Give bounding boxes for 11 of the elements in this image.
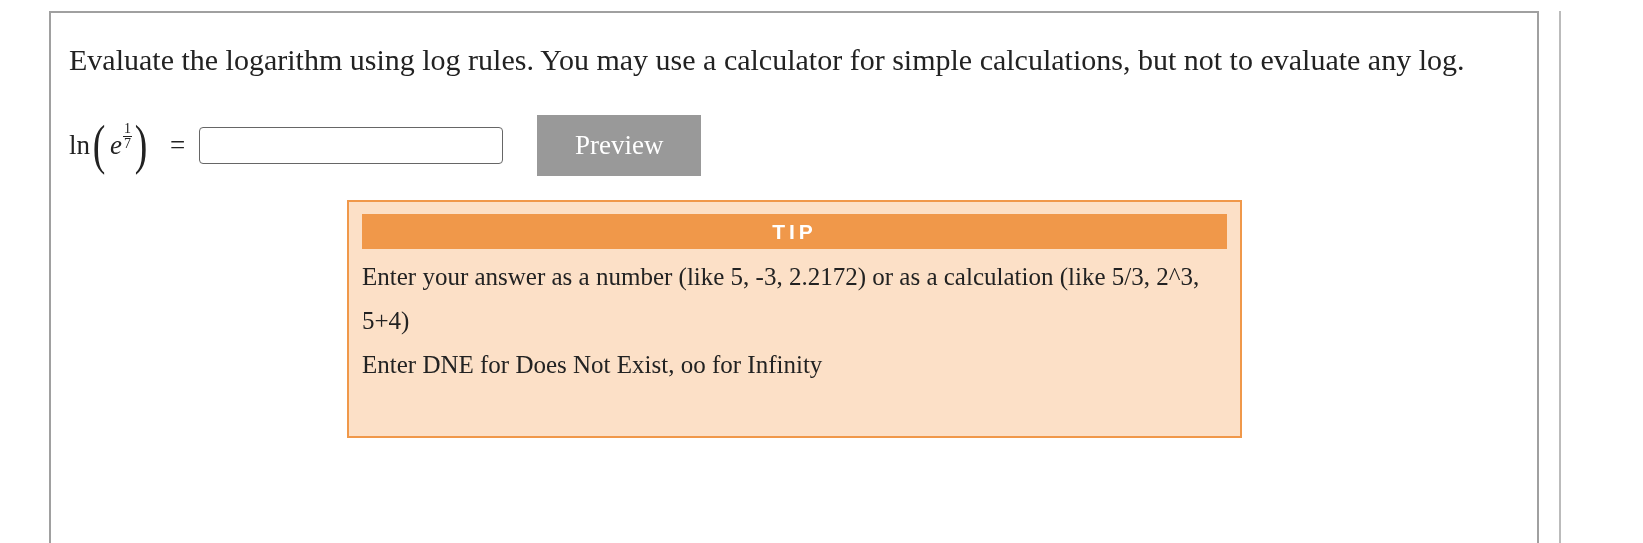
answer-field[interactable] [199,126,504,164]
log-function: ln [69,128,90,162]
tip-text: Enter your answer as a number (like 5, -3, 2.2172) or as a calculation (like 5/3, 2^3, 5+4) [362,262,1201,336]
exponent-base: e [110,128,122,162]
preview-button[interactable]: Preview [537,114,702,176]
question-text: Evaluate the logarithm using log rules. You may use a calculator for simple calculations, but not to evaluate any log. [69,42,1466,78]
exponent-denominator: 7 [124,136,131,151]
equals-sign: = [169,128,186,162]
tip-header: TIP [362,214,1227,249]
exponent-numerator: 1 [123,121,132,137]
tip-text: Enter DNE for Does Not Exist, oo for Infinity [362,350,824,380]
